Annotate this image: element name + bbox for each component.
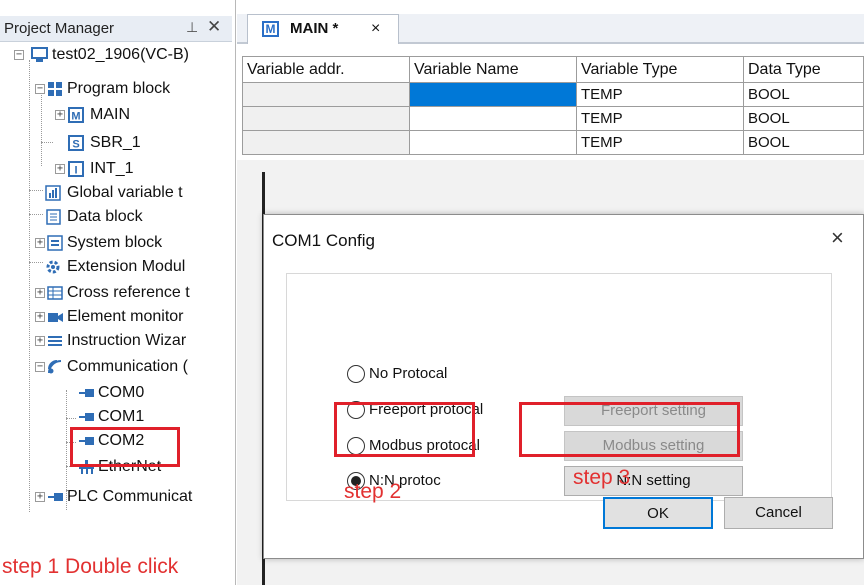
variable-addr-cell[interactable] (242, 106, 410, 131)
tree-item-label: MAIN (90, 106, 130, 123)
close-icon[interactable]: × (371, 20, 380, 38)
satellite-icon (47, 359, 64, 375)
step2-annotation: step 2 (344, 480, 402, 503)
collapse-icon[interactable]: − (35, 84, 45, 94)
serial-port-icon (78, 385, 95, 401)
table-row[interactable]: TEMP BOOL (242, 106, 864, 131)
svg-text:I: I (74, 165, 77, 177)
expand-icon[interactable]: + (35, 238, 45, 248)
svg-text:M: M (71, 111, 80, 123)
editor-tab-bar: M MAIN * × (237, 14, 864, 44)
variable-type-cell[interactable]: TEMP (576, 82, 744, 107)
tree-item-label: PLC Communicat (67, 488, 193, 505)
tree-item-label: INT_1 (90, 160, 134, 177)
variable-type-cell[interactable]: TEMP (576, 106, 744, 131)
collapse-icon[interactable]: − (14, 50, 24, 60)
expand-icon[interactable]: + (35, 288, 45, 298)
variable-name-cell[interactable] (409, 106, 577, 131)
list-icon (47, 333, 64, 349)
ok-button[interactable]: OK (603, 497, 713, 529)
tab-main[interactable]: M MAIN * × (247, 14, 399, 44)
serial-port-icon (47, 489, 64, 505)
variable-name-cell[interactable] (409, 130, 577, 155)
tree-item-label: COM0 (98, 384, 145, 401)
tree-item-label: SBR_1 (90, 134, 141, 151)
column-header[interactable]: Data Type (743, 56, 864, 83)
close-icon[interactable]: × (831, 225, 844, 251)
tree-item-label: Communication ( (67, 358, 188, 375)
tree-item-label: Instruction Wizar (67, 332, 187, 349)
gear-icon (45, 259, 62, 275)
main-program-icon: M (68, 107, 85, 123)
protocol-group: No Protocal Freeport protocal Modbus pro… (286, 273, 832, 501)
nn-protocol-highlight-box (334, 402, 475, 457)
subroutine-icon: S (68, 135, 85, 151)
project-manager-header: Project Manager ⊥ ✕ (0, 16, 232, 42)
data-type-cell[interactable]: BOOL (743, 130, 864, 155)
expand-icon[interactable]: + (35, 312, 45, 322)
serial-port-icon (78, 409, 95, 425)
data-type-cell[interactable]: BOOL (743, 82, 864, 107)
chart-icon (45, 185, 62, 201)
com1-highlight-box (70, 427, 180, 467)
project-manager-title: Project Manager (4, 20, 115, 37)
table-row[interactable]: TEMP BOOL (242, 82, 864, 107)
table-row[interactable]: TEMP BOOL (242, 130, 864, 155)
column-header[interactable]: Variable addr. (242, 56, 410, 83)
tree-item-label: test02_1906(VC-B) (52, 46, 189, 63)
tree-item-label: Data block (67, 208, 143, 225)
radio-button[interactable] (347, 365, 365, 383)
expand-icon[interactable]: + (35, 492, 45, 502)
close-icon[interactable]: ✕ (207, 17, 221, 37)
expand-icon[interactable]: + (55, 110, 65, 120)
step1-annotation: step 1 Double click (2, 555, 179, 578)
tree-item-label: Program block (67, 80, 171, 97)
com1-config-dialog: COM1 Config × No Protocal Freeport proto… (263, 214, 864, 559)
radio-label: No Protocal (369, 365, 448, 382)
computer-icon (31, 47, 48, 63)
system-block-icon (47, 235, 64, 251)
tree-item-label: Element monitor (67, 308, 184, 325)
table-icon (47, 285, 64, 301)
svg-text:S: S (72, 139, 79, 151)
tree-item-label: System block (67, 234, 163, 251)
variable-addr-cell[interactable] (242, 82, 410, 107)
expand-icon[interactable]: + (55, 164, 65, 174)
column-header[interactable]: Variable Name (409, 56, 577, 83)
variable-name-cell[interactable] (409, 82, 577, 107)
tab-label: MAIN * (290, 20, 339, 37)
variable-addr-cell[interactable] (242, 130, 410, 155)
main-program-icon: M (262, 21, 279, 37)
tree-item-label: COM1 (98, 408, 145, 425)
cancel-button[interactable]: Cancel (724, 497, 833, 529)
tree-item-label: Cross reference t (67, 284, 190, 301)
nn-setting-highlight-box (519, 402, 740, 457)
column-header[interactable]: Variable Type (576, 56, 744, 83)
expand-icon[interactable]: + (35, 336, 45, 346)
variable-table: Variable addr. Variable Name Variable Ty… (242, 56, 864, 155)
document-icon (45, 209, 62, 225)
program-block-icon (47, 81, 64, 97)
variable-type-cell[interactable]: TEMP (576, 130, 744, 155)
dialog-title: COM1 Config (272, 231, 375, 250)
step3-annotation: step 3 (573, 466, 631, 489)
pin-icon[interactable]: ⊥ (186, 19, 198, 36)
project-tree: − test02_1906(VC-B) − Program block + M … (0, 44, 234, 554)
interrupt-icon: I (68, 161, 85, 177)
camera-icon (47, 309, 64, 325)
tree-item-label: Extension Modul (67, 258, 186, 275)
tree-item-label: Global variable t (67, 184, 183, 201)
project-manager-panel: Project Manager ⊥ ✕ − test02_1906(VC-B) … (0, 0, 236, 585)
data-type-cell[interactable]: BOOL (743, 106, 864, 131)
collapse-icon[interactable]: − (35, 362, 45, 372)
